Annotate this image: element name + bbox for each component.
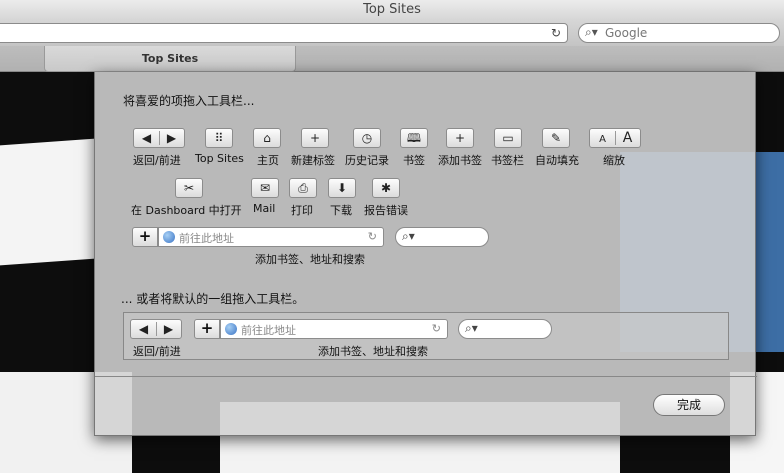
reload-icon: ↻ [367, 230, 377, 243]
divider [95, 376, 757, 377]
bookmarks-label: 书签 [403, 154, 425, 167]
back-icon: ◀ [141, 131, 152, 145]
toolbar: ↻ ⌕▾ Google [0, 20, 784, 46]
zoom-in-icon: A [622, 130, 633, 146]
search-icon: ⌕▾ [465, 321, 478, 335]
top-sites-label: Top Sites [195, 152, 244, 165]
bookmarks-bar-label: 书签栏 [491, 154, 524, 167]
search-icon: ⌕▾ [585, 25, 598, 39]
google-search-field[interactable]: ⌕▾ Google [578, 23, 780, 43]
reload-icon[interactable]: ↻ [551, 26, 561, 40]
tab-top-sites[interactable]: Top Sites [44, 46, 296, 72]
mail-icon[interactable]: ✉ [251, 178, 279, 198]
add-bookmark-label: 添加书签 [438, 154, 482, 167]
drag-items-heading: 将喜爱的项拖入工具栏... [123, 94, 255, 108]
address-field: 前往此地址 ↻ [220, 319, 448, 339]
history-label: 历史记录 [345, 154, 389, 167]
address-search-label: 添加书签、地址和搜索 [255, 253, 365, 266]
history-icon[interactable]: ◷ [353, 128, 381, 148]
address-placeholder: 前往此地址 [241, 324, 296, 337]
zoom-item[interactable]: AA [589, 128, 641, 148]
new-tab-label: 新建标签 [291, 154, 335, 167]
default-set-box[interactable]: ◀ ▶ 返回/前进 + 前往此地址 ↻ ⌕▾ 添加书签、地址和搜索 [123, 312, 729, 360]
downloads-icon[interactable]: ⬇ [328, 178, 356, 198]
downloads-label: 下载 [330, 204, 352, 217]
report-bug-icon[interactable]: ✱ [372, 178, 400, 198]
top-sites-item-icon[interactable]: ⠿ [205, 128, 233, 148]
site-thumbnail[interactable] [0, 138, 95, 266]
print-label: 打印 [291, 204, 313, 217]
forward-icon: ▶ [163, 322, 174, 336]
back-forward-item: ◀ ▶ [130, 319, 182, 339]
zoom-out-icon: A [599, 134, 606, 145]
search-icon: ⌕▾ [402, 229, 415, 243]
add-bookmark-button: + [194, 319, 220, 339]
search-placeholder: Google [605, 26, 648, 40]
address-placeholder: 前往此地址 [179, 232, 234, 245]
default-set-heading: ... 或者将默认的一组拖入工具栏。 [121, 292, 305, 306]
globe-icon [225, 323, 237, 335]
tab-bar: Top Sites [0, 46, 784, 72]
dashboard-icon[interactable]: ✂ [175, 178, 203, 198]
back-icon: ◀ [138, 322, 149, 336]
dashboard-label: 在 Dashboard 中打开 [131, 204, 242, 217]
add-bookmark-button[interactable]: + [132, 227, 158, 247]
autofill-icon[interactable]: ✎ [542, 128, 570, 148]
print-icon[interactable]: ⎙ [289, 178, 317, 198]
bookmarks-bar-icon[interactable]: ▭ [494, 128, 522, 148]
default-address-label: 添加书签、地址和搜索 [318, 345, 428, 358]
zoom-label: 缩放 [603, 154, 625, 167]
reload-icon: ↻ [431, 322, 441, 335]
new-tab-icon[interactable]: + [301, 128, 329, 148]
mail-label: Mail [253, 202, 276, 215]
customize-toolbar-sheet: 将喜爱的项拖入工具栏... ◀ ▶ 返回/前进 ⠿ Top Sites ⌂ 主页 … [94, 72, 757, 436]
add-bookmark-icon[interactable]: + [446, 128, 474, 148]
default-back-forward-label: 返回/前进 [133, 345, 181, 358]
report-bug-label: 报告错误 [364, 204, 408, 217]
window-title: Top Sites [0, 0, 784, 20]
search-field[interactable]: ⌕▾ [395, 227, 489, 247]
url-field[interactable]: ↻ [0, 23, 568, 43]
globe-icon [163, 231, 175, 243]
home-label: 主页 [257, 154, 279, 167]
autofill-label: 自动填充 [535, 154, 579, 167]
home-icon[interactable]: ⌂ [253, 128, 281, 148]
forward-icon: ▶ [166, 131, 177, 145]
address-field[interactable]: 前往此地址 ↻ [158, 227, 384, 247]
back-forward-item[interactable]: ◀ ▶ [133, 128, 185, 148]
search-field: ⌕▾ [458, 319, 552, 339]
bookmarks-icon[interactable]: 🕮 [400, 128, 428, 148]
back-forward-label: 返回/前进 [133, 154, 181, 167]
done-button[interactable]: 完成 [653, 394, 725, 416]
